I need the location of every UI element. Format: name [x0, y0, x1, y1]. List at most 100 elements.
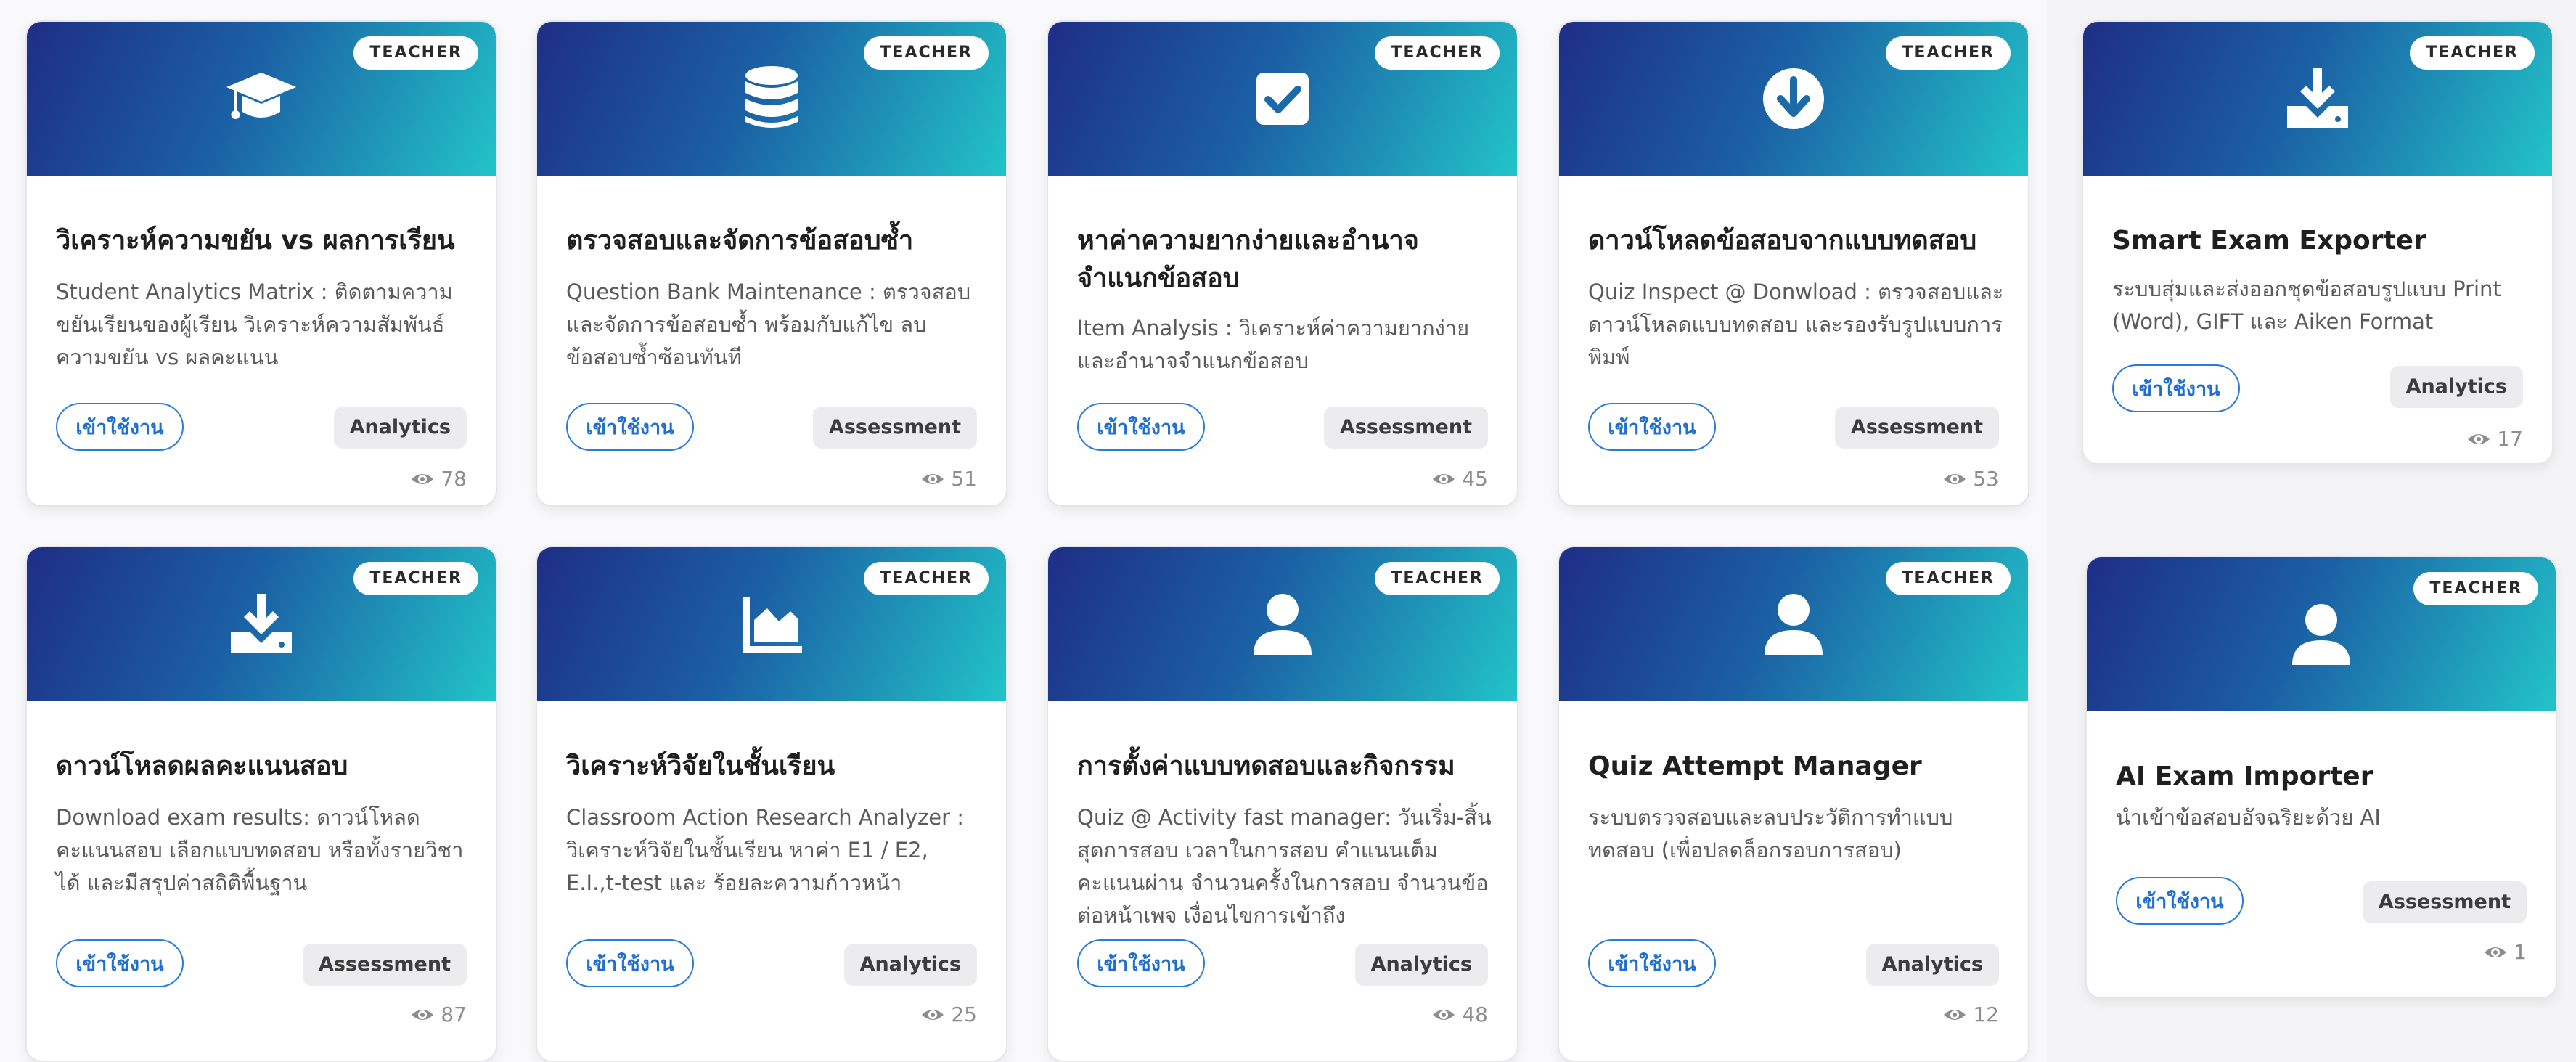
tool-card: TEACHER ตรวจสอบและจัดการข้อสอบซ้ำ Question… [536, 20, 1007, 507]
tool-card: TEACHER วิเคราะห์ความขยัน vs ผลการเรียน St… [25, 20, 497, 507]
user-icon [2281, 594, 2362, 675]
role-badge: TEACHER [1886, 562, 2011, 595]
card-description: Quiz Inspect @ Donwload : ตรวจสอบและดาวน… [1588, 279, 2004, 369]
view-count-value: 48 [1462, 1002, 1488, 1026]
card-header: TEACHER [537, 22, 1006, 176]
download-tray-icon [221, 584, 302, 665]
view-count: 78 [410, 465, 467, 494]
card-header: TEACHER [27, 547, 496, 701]
open-tool-button[interactable]: เข้าใช้งาน [566, 403, 694, 451]
eye-icon [2466, 427, 2491, 452]
card-header: TEACHER [27, 22, 496, 176]
view-count-value: 87 [441, 1002, 467, 1026]
card-header: TEACHER [1559, 547, 2028, 701]
card-header: TEACHER [1048, 22, 1517, 176]
category-tag: Assessment [1323, 407, 1488, 449]
category-tag: Analytics [1865, 944, 1999, 986]
tool-card: TEACHER Smart Exam Exporter ระบบสุ่มและส่ง… [2082, 20, 2553, 465]
user-icon [1753, 584, 1834, 665]
category-tag: Assessment [2362, 881, 2527, 923]
open-tool-button[interactable]: เข้าใช้งาน [1077, 939, 1205, 987]
card-title: วิเคราะห์ความขยัน vs ผลการเรียน [56, 226, 455, 256]
view-count: 12 [1942, 1000, 1999, 1029]
card-title: หาค่าความยากง่ายและอำนาจจำแนกข้อสอบ [1077, 226, 1419, 293]
card-description: นำเข้าข้อสอบอัจฉริยะด้วย AI [2116, 805, 2381, 830]
card-title: ดาวน์โหลดข้อสอบจากแบบทดสอบ [1588, 226, 1977, 256]
view-count-value: 17 [2497, 427, 2523, 451]
view-count-value: 12 [1973, 1002, 1999, 1026]
tool-card: TEACHER AI Exam Importer นำเข้าข้อสอบอัจฉร… [2085, 556, 2557, 999]
eye-icon [1942, 467, 1967, 491]
card-header: TEACHER [1048, 547, 1517, 701]
view-count-value: 51 [951, 467, 977, 491]
open-tool-button[interactable]: เข้าใช้งาน [1588, 403, 1716, 451]
category-tag: Analytics [1354, 944, 1488, 986]
category-tag: Analytics [843, 944, 977, 986]
check-square-icon [1242, 58, 1323, 139]
view-count: 1 [2483, 938, 2527, 967]
user-icon [1242, 584, 1323, 665]
card-description: Classroom Action Research Analyzer : วิเ… [566, 805, 964, 895]
card-description: Quiz @ Activity fast manager: วันเริ่ม-ส… [1077, 805, 1492, 928]
card-title: Quiz Attempt Manager [1588, 751, 1922, 781]
category-tag: Analytics [2389, 366, 2523, 408]
view-count: 51 [920, 465, 977, 494]
eye-icon [410, 467, 435, 491]
category-tag: Assessment [1834, 407, 1999, 449]
card-title: AI Exam Importer [2116, 761, 2373, 791]
role-badge: TEACHER [2413, 572, 2538, 605]
role-badge: TEACHER [864, 562, 989, 595]
card-header: TEACHER [2087, 557, 2556, 711]
card-title: วิเคราะห์วิจัยในชั้นเรียน [566, 751, 835, 781]
role-badge: TEACHER [864, 36, 989, 70]
download-circle-icon [1753, 58, 1834, 139]
download-tray-icon [2277, 58, 2358, 139]
view-count: 87 [410, 1000, 467, 1029]
card-header: TEACHER [1559, 22, 2028, 176]
role-badge: TEACHER [1375, 562, 1500, 595]
eye-icon [1942, 1002, 1967, 1027]
category-tag: Assessment [812, 407, 977, 449]
role-badge: TEACHER [1886, 36, 2011, 70]
area-chart-icon [731, 584, 812, 665]
database-icon [731, 58, 812, 139]
view-count: 17 [2466, 425, 2523, 454]
role-badge: TEACHER [1375, 36, 1500, 70]
view-count: 48 [1431, 1000, 1488, 1029]
eye-icon [1431, 467, 1456, 491]
tool-card: TEACHER หาค่าความยากง่ายและอำนาจจำแนกข้อส… [1047, 20, 1518, 507]
card-description: Item Analysis : วิเคราะห์ค่าความยากง่ายแ… [1077, 316, 1470, 373]
card-description: ระบบตรวจสอบและลบประวัติการทำแบบทดสอบ (เพ… [1588, 805, 1953, 862]
open-tool-button[interactable]: เข้าใช้งาน [566, 939, 694, 987]
tool-card: TEACHER ดาวน์โหลดผลคะแนนสอบ Download exam … [25, 546, 497, 1062]
tool-card-grid: TEACHER วิเคราะห์ความขยัน vs ผลการเรียน St… [0, 0, 2576, 1062]
card-description: Download exam results: ดาวน์โหลดคะแนนสอบ… [56, 805, 464, 895]
open-tool-button[interactable]: เข้าใช้งาน [2116, 877, 2244, 925]
view-count-value: 25 [951, 1002, 977, 1026]
card-description: Student Analytics Matrix : ติดตามความขยั… [56, 279, 453, 369]
card-title: การตั้งค่าแบบทดสอบและกิจกรรม [1077, 751, 1455, 781]
open-tool-button[interactable]: เข้าใช้งาน [56, 403, 184, 451]
category-tag: Assessment [302, 944, 467, 986]
view-count-value: 1 [2514, 940, 2527, 964]
view-count: 45 [1431, 465, 1488, 494]
tool-card: TEACHER การตั้งค่าแบบทดสอบและกิจกรรม Quiz … [1047, 546, 1518, 1062]
open-tool-button[interactable]: เข้าใช้งาน [2112, 364, 2240, 412]
card-title: Smart Exam Exporter [2112, 226, 2426, 256]
tool-card: TEACHER Quiz Attempt Manager ระบบตรวจสอบแล… [1558, 546, 2029, 1062]
open-tool-button[interactable]: เข้าใช้งาน [1077, 403, 1205, 451]
role-badge: TEACHER [353, 36, 478, 70]
graduation-cap-icon [221, 58, 302, 139]
tool-card: TEACHER วิเคราะห์วิจัยในชั้นเรียน Classroo… [536, 546, 1007, 1062]
eye-icon [1431, 1002, 1456, 1027]
eye-icon [410, 1002, 435, 1027]
view-count-value: 45 [1462, 467, 1488, 491]
open-tool-button[interactable]: เข้าใช้งาน [1588, 939, 1716, 987]
eye-icon [2483, 940, 2508, 965]
view-count-value: 53 [1973, 467, 1999, 491]
open-tool-button[interactable]: เข้าใช้งาน [56, 939, 184, 987]
category-tag: Analytics [333, 407, 467, 449]
view-count: 25 [920, 1000, 977, 1029]
card-header: TEACHER [2083, 22, 2552, 176]
tool-card: TEACHER ดาวน์โหลดข้อสอบจากแบบทดสอบ Quiz In… [1558, 20, 2029, 507]
